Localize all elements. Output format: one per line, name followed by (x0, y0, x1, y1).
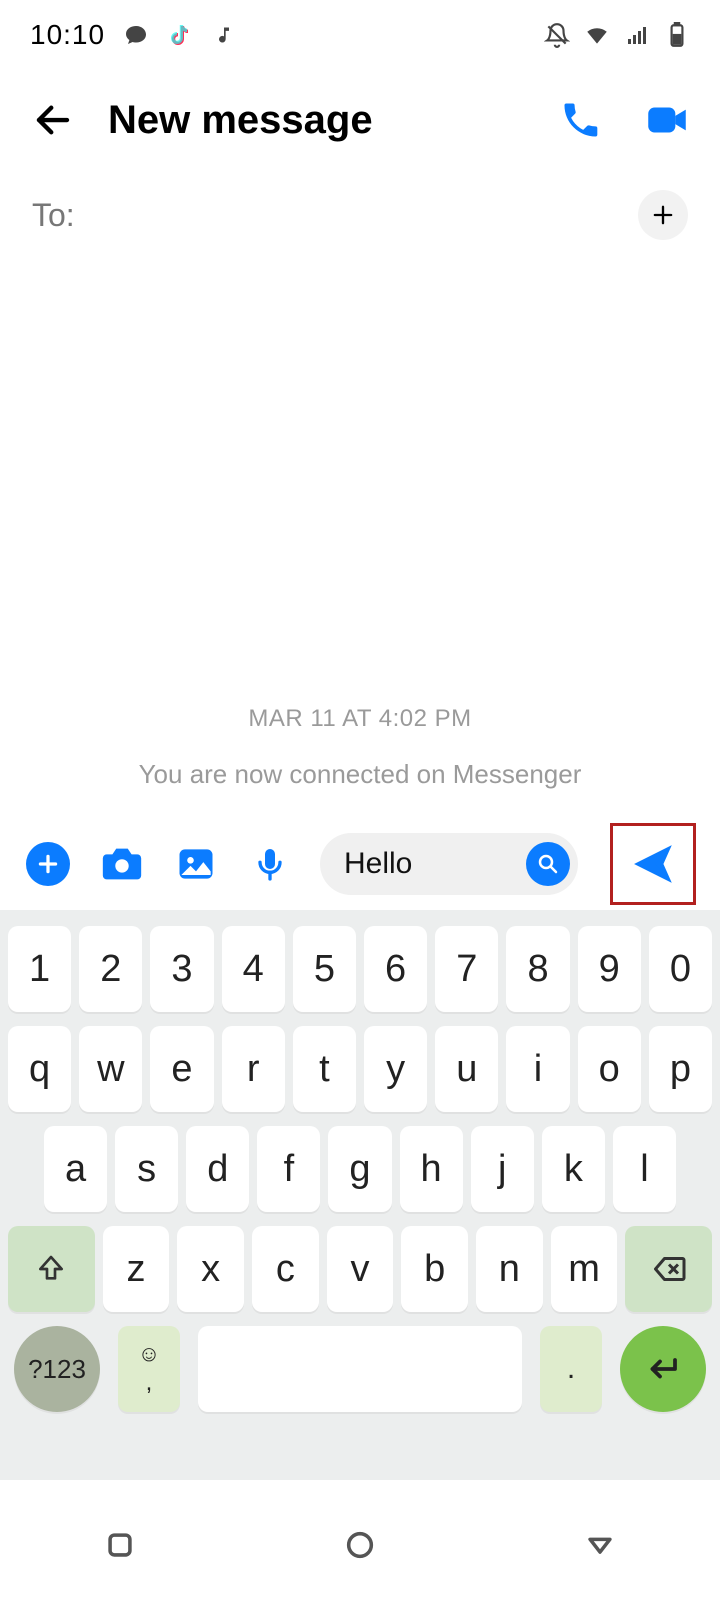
wifi-icon (584, 22, 610, 48)
search-icon (536, 852, 560, 876)
key-1[interactable]: 1 (8, 926, 71, 1012)
square-icon (103, 1528, 137, 1562)
key-i[interactable]: i (506, 1026, 569, 1112)
send-icon (628, 839, 678, 889)
phone-icon (559, 98, 603, 142)
microphone-icon (250, 844, 290, 884)
arrow-left-icon (32, 99, 74, 141)
send-button[interactable] (610, 823, 696, 905)
key-4[interactable]: 4 (222, 926, 285, 1012)
system-nav-bar (0, 1490, 720, 1600)
gallery-button[interactable] (172, 840, 220, 888)
key-d[interactable]: d (186, 1126, 249, 1212)
plus-circle-icon (26, 842, 70, 886)
recipient-row: To: (0, 170, 720, 250)
key-j[interactable]: j (471, 1126, 534, 1212)
image-icon (174, 842, 218, 886)
key-shift[interactable] (8, 1226, 95, 1312)
status-time: 10:10 (30, 19, 105, 51)
key-n[interactable]: n (476, 1226, 543, 1312)
key-5[interactable]: 5 (293, 926, 356, 1012)
nav-home-button[interactable] (338, 1523, 382, 1567)
key-z[interactable]: z (103, 1226, 170, 1312)
key-y[interactable]: y (364, 1026, 427, 1112)
key-x[interactable]: x (177, 1226, 244, 1312)
key-period[interactable]: . (540, 1326, 602, 1412)
message-composer: Hello (0, 818, 720, 910)
key-p[interactable]: p (649, 1026, 712, 1112)
connected-status: You are now connected on Messenger (139, 759, 582, 790)
camera-icon (99, 841, 145, 887)
key-symbols[interactable]: ?123 (14, 1326, 100, 1412)
video-camera-icon (642, 95, 692, 145)
key-l[interactable]: l (613, 1126, 676, 1212)
back-button[interactable] (28, 95, 78, 145)
key-enter[interactable] (620, 1326, 706, 1412)
key-q[interactable]: q (8, 1026, 71, 1112)
key-2[interactable]: 2 (79, 926, 142, 1012)
message-input-text: Hello (344, 847, 526, 881)
signal-icon (624, 22, 650, 48)
emoji-icon: ☺ (138, 1341, 160, 1367)
chat-bubble-icon (123, 22, 149, 48)
triangle-down-icon (583, 1528, 617, 1562)
key-o[interactable]: o (578, 1026, 641, 1112)
key-h[interactable]: h (400, 1126, 463, 1212)
video-call-button[interactable] (642, 95, 692, 145)
more-actions-button[interactable] (24, 840, 72, 888)
key-6[interactable]: 6 (364, 926, 427, 1012)
status-bar: 10:10 (0, 0, 720, 70)
key-u[interactable]: u (435, 1026, 498, 1112)
key-f[interactable]: f (257, 1126, 320, 1212)
key-7[interactable]: 7 (435, 926, 498, 1012)
shift-icon (35, 1253, 67, 1285)
key-g[interactable]: g (328, 1126, 391, 1212)
key-b[interactable]: b (401, 1226, 468, 1312)
circle-icon (343, 1528, 377, 1562)
nav-recents-button[interactable] (98, 1523, 142, 1567)
voice-message-button[interactable] (246, 840, 294, 888)
key-w[interactable]: w (79, 1026, 142, 1112)
key-m[interactable]: m (551, 1226, 618, 1312)
chat-area: MAR 11 AT 4:02 PM You are now connected … (0, 300, 720, 820)
sticker-search-button[interactable] (526, 842, 570, 886)
key-s[interactable]: s (115, 1126, 178, 1212)
tiktok-icon (167, 22, 193, 48)
key-emoji[interactable]: ☺ , (118, 1326, 180, 1412)
comma-label: , (146, 1369, 153, 1397)
key-0[interactable]: 0 (649, 926, 712, 1012)
page-title: New message (108, 98, 373, 143)
key-v[interactable]: v (327, 1226, 394, 1312)
voice-call-button[interactable] (556, 95, 606, 145)
message-timestamp: MAR 11 AT 4:02 PM (248, 705, 471, 733)
key-t[interactable]: t (293, 1026, 356, 1112)
nav-back-button[interactable] (578, 1523, 622, 1567)
camera-button[interactable] (98, 840, 146, 888)
key-8[interactable]: 8 (506, 926, 569, 1012)
add-recipient-button[interactable] (638, 190, 688, 240)
message-input[interactable]: Hello (320, 833, 578, 895)
key-3[interactable]: 3 (150, 926, 213, 1012)
key-k[interactable]: k (542, 1126, 605, 1212)
key-c[interactable]: c (252, 1226, 319, 1312)
bell-off-icon (544, 22, 570, 48)
to-label: To: (32, 197, 75, 234)
conversation-header: New message (0, 70, 720, 170)
key-r[interactable]: r (222, 1026, 285, 1112)
key-space[interactable] (198, 1326, 522, 1412)
enter-icon (645, 1351, 681, 1387)
key-backspace[interactable] (625, 1226, 712, 1312)
battery-icon (664, 22, 690, 48)
key-e[interactable]: e (150, 1026, 213, 1112)
plus-icon (649, 201, 677, 229)
backspace-icon (651, 1251, 687, 1287)
key-9[interactable]: 9 (578, 926, 641, 1012)
soft-keyboard: 1 2 3 4 5 6 7 8 9 0 q w e r t y u i o p … (0, 910, 720, 1480)
key-a[interactable]: a (44, 1126, 107, 1212)
music-note-icon (211, 22, 237, 48)
